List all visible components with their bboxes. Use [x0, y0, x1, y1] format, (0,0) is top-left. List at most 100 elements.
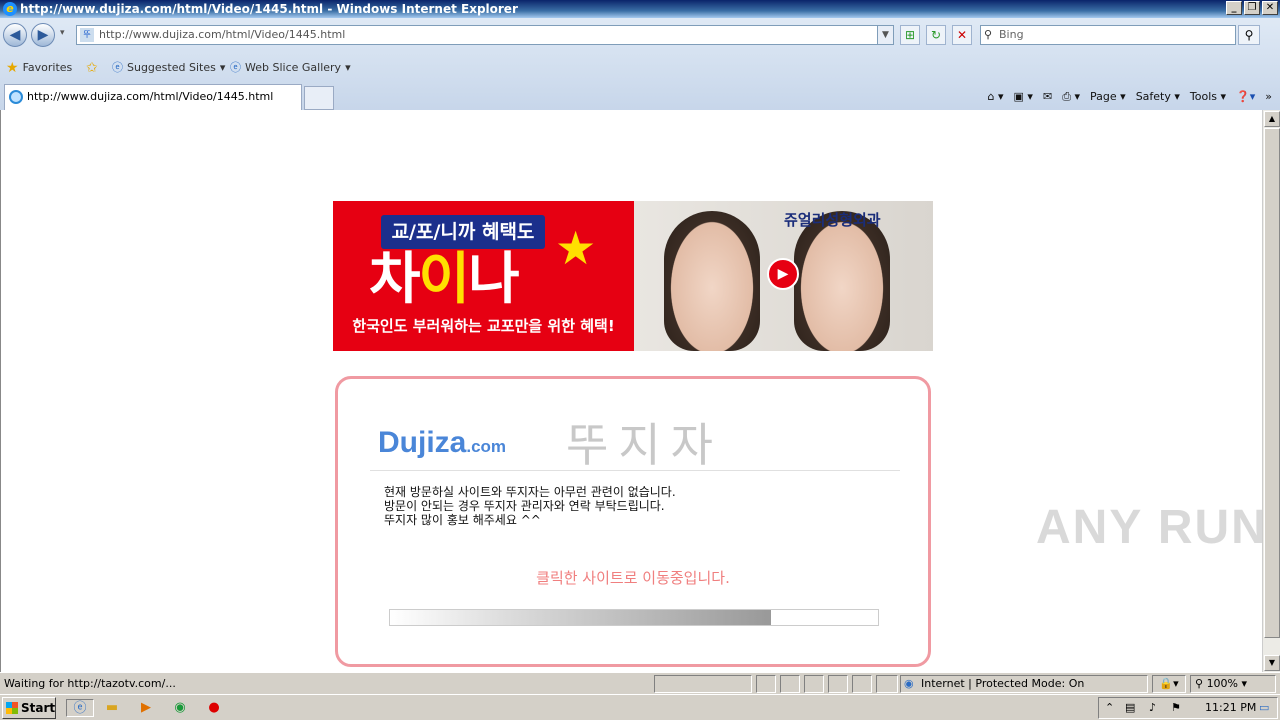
- command-bar: ⌂ ▾ ▣ ▾ ✉ ⎙ ▾ Page ▾ Safety ▾ Tools ▾ ❓▾…: [988, 88, 1272, 106]
- zoom-level: 100%: [1206, 677, 1239, 690]
- scroll-down-icon[interactable]: ▼: [1264, 655, 1280, 671]
- volume-icon[interactable]: ♪: [1149, 698, 1156, 718]
- help-icon[interactable]: ❓▾: [1236, 88, 1255, 106]
- play-icon[interactable]: ▶: [767, 258, 799, 290]
- search-input[interactable]: ⚲ Bing: [980, 25, 1236, 45]
- favorites-button[interactable]: ★ Favorites: [6, 56, 72, 80]
- browser-chrome: ◀ ▶ ▾ 뚜 http://www.dujiza.com/html/Video…: [0, 18, 1280, 110]
- zone-label: Internet | Protected Mode: On: [921, 677, 1085, 690]
- page-menu[interactable]: Page ▾: [1090, 88, 1126, 106]
- add-favorite-icon: ✩: [86, 60, 98, 76]
- tray-expand-icon[interactable]: ⌃: [1105, 698, 1114, 718]
- search-provider-icon: ⚲: [984, 28, 993, 41]
- network-icon[interactable]: ▤: [1125, 698, 1135, 718]
- windows-logo-icon: [6, 702, 18, 714]
- search-button[interactable]: ⚲: [1238, 25, 1260, 45]
- banner-left-panel: 교/포/니까 혜택도 차이나 ★ 한국인도 부러워하는 교포만을 위한 혜택!: [333, 201, 634, 351]
- redirect-notice: Dujiza.com 뚜지자 현재 방문하실 사이트와 뚜지자는 아무런 관련이…: [335, 376, 931, 667]
- safety-menu[interactable]: Safety ▾: [1136, 88, 1180, 106]
- page-viewport: 교/포/니까 혜택도 차이나 ★ 한국인도 부러워하는 교포만을 위한 혜택! …: [0, 110, 1262, 672]
- chrome-icon[interactable]: ◉: [170, 699, 190, 717]
- tools-menu[interactable]: Tools ▾: [1190, 88, 1226, 106]
- refresh-icon[interactable]: ↻: [926, 25, 946, 45]
- notice-message: 현재 방문하실 사이트와 뚜지자는 아무런 관련이 없습니다. 방문이 안되는 …: [384, 485, 676, 527]
- recent-pages-dropdown-icon[interactable]: ▾: [60, 28, 65, 38]
- status-segment: [756, 675, 776, 693]
- internet-zone-icon: ◉: [904, 677, 914, 690]
- watermark: ANY RUN: [1036, 501, 1268, 554]
- vertical-scrollbar[interactable]: ▲ ▼: [1262, 110, 1280, 672]
- print-icon[interactable]: ⎙ ▾: [1062, 88, 1080, 106]
- opera-icon[interactable]: ●: [204, 699, 224, 717]
- suggested-sites-label: Suggested Sites: [127, 61, 216, 74]
- tab-title: http://www.dujiza.com/html/Video/1445.ht…: [27, 90, 274, 103]
- folder-icon[interactable]: ▬: [102, 699, 122, 717]
- address-dropdown-icon[interactable]: ▼: [877, 26, 893, 44]
- system-tray: ⌃ ▤ ♪ ⚑ 11:21 PM ▭: [1098, 697, 1278, 719]
- redirect-status: 클릭한 사이트로 이동중입니다.: [536, 569, 730, 587]
- restore-button[interactable]: ❐: [1244, 1, 1260, 15]
- status-segment: [828, 675, 848, 693]
- tab-active[interactable]: http://www.dujiza.com/html/Video/1445.ht…: [4, 84, 302, 110]
- chevron-right-icon[interactable]: »: [1265, 88, 1272, 106]
- after-photo: [794, 211, 890, 351]
- banner-headline: 차이나: [369, 247, 520, 312]
- status-segment: [876, 675, 898, 693]
- banner-headline-part3: 나: [468, 247, 520, 312]
- status-segment: [780, 675, 800, 693]
- status-segment: [852, 675, 872, 693]
- logo-suffix: .com: [466, 437, 507, 456]
- close-button[interactable]: ✕: [1262, 1, 1278, 15]
- ad-banner[interactable]: 교/포/니까 혜택도 차이나 ★ 한국인도 부러워하는 교포만을 위한 혜택! …: [333, 201, 933, 351]
- new-tab-button[interactable]: [304, 86, 334, 110]
- security-zone[interactable]: ◉ Internet | Protected Mode: On: [900, 675, 1148, 693]
- before-photo: [664, 211, 760, 351]
- suggested-sites-link[interactable]: ⓔ Suggested Sites ▾: [112, 56, 225, 80]
- media-player-icon[interactable]: ▶: [136, 699, 156, 717]
- tools-menu-label: Tools: [1189, 90, 1218, 103]
- status-progress-segment: [654, 675, 752, 693]
- chevron-down-icon: ▾: [345, 61, 351, 74]
- star-icon: ★: [555, 221, 597, 275]
- show-desktop-icon[interactable]: ▭: [1259, 698, 1269, 718]
- home-icon[interactable]: ⌂ ▾: [988, 88, 1004, 106]
- back-button[interactable]: ◀: [3, 23, 27, 47]
- add-to-favorites-button[interactable]: ✩: [86, 56, 98, 80]
- ie-page-icon: ⓔ: [230, 61, 241, 74]
- favorites-label: Favorites: [22, 61, 73, 74]
- web-slice-gallery-link[interactable]: ⓔ Web Slice Gallery ▾: [230, 56, 351, 80]
- search-placeholder: Bing: [999, 28, 1024, 41]
- address-bar[interactable]: 뚜 http://www.dujiza.com/html/Video/1445.…: [76, 25, 894, 45]
- site-logo[interactable]: Dujiza.com: [378, 426, 506, 460]
- start-button[interactable]: Start: [2, 697, 56, 719]
- popup-blocker-icon[interactable]: 🔒▾: [1152, 675, 1186, 693]
- ie-taskbar-icon[interactable]: ⓔ: [66, 699, 94, 717]
- stop-icon[interactable]: ✕: [952, 25, 972, 45]
- banner-badge: 교/포/니까 혜택도: [381, 215, 545, 249]
- banner-subline: 한국인도 부러워하는 교포만을 위한 혜택!: [352, 317, 615, 335]
- banner-right-panel: 쥬얼리성형외과 ▶: [634, 201, 933, 351]
- site-favicon-icon: 뚜: [80, 28, 94, 42]
- notice-line: 뚜지자 많이 홍보 해주세요 ^^: [384, 513, 541, 527]
- feeds-icon[interactable]: ▣ ▾: [1014, 88, 1033, 106]
- compatibility-view-icon[interactable]: ⊞: [900, 25, 920, 45]
- scroll-up-icon[interactable]: ▲: [1264, 111, 1280, 127]
- forward-button[interactable]: ▶: [31, 23, 55, 47]
- scroll-thumb[interactable]: [1264, 128, 1280, 638]
- clock[interactable]: 11:21 PM: [1205, 698, 1256, 718]
- chevron-down-icon: ▾: [219, 61, 226, 74]
- redirect-progress-bar: [389, 609, 879, 626]
- tab-strip: http://www.dujiza.com/html/Video/1445.ht…: [0, 82, 1280, 110]
- zoom-control[interactable]: ⚲ 100% ▾: [1190, 675, 1276, 693]
- minimize-button[interactable]: _: [1226, 1, 1242, 15]
- window-controls: _ ❐ ✕: [1226, 1, 1278, 15]
- window-title: http://www.dujiza.com/html/Video/1445.ht…: [20, 2, 518, 16]
- address-url: http://www.dujiza.com/html/Video/1445.ht…: [99, 28, 346, 41]
- read-mail-icon[interactable]: ✉: [1043, 88, 1052, 106]
- ie-page-icon: ⓔ: [112, 61, 123, 74]
- status-segment: [804, 675, 824, 693]
- start-label: Start: [21, 701, 56, 715]
- chevron-down-icon: ▾: [1241, 677, 1248, 690]
- action-center-flag-icon[interactable]: ⚑: [1171, 698, 1181, 718]
- zoom-icon: ⚲: [1195, 677, 1204, 690]
